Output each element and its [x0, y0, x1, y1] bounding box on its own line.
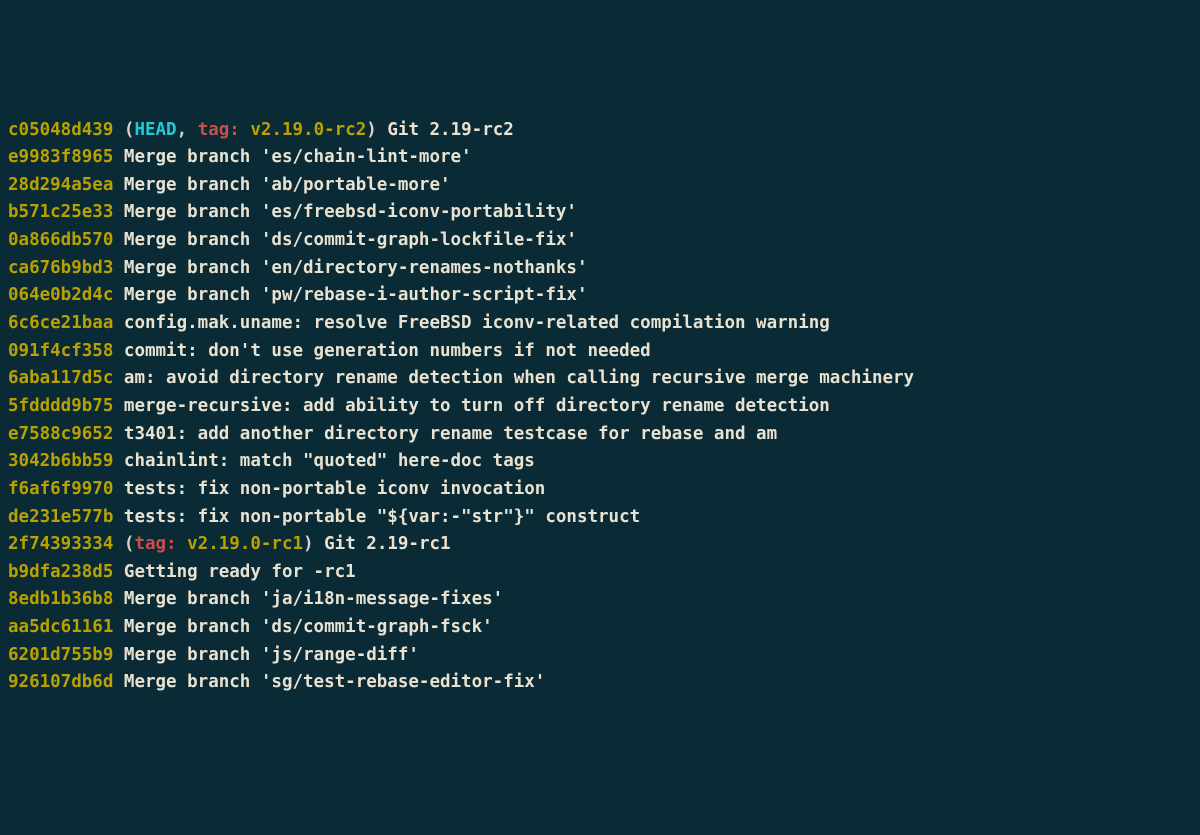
commit-message: Getting ready for -rc1: [124, 562, 356, 582]
commit-hash: 091f4cf358: [8, 341, 113, 361]
commit-message: am: avoid directory rename detection whe…: [124, 368, 914, 388]
commit-message: Merge branch 'ds/commit-graph-lockfile-f…: [124, 230, 577, 250]
commit-message: Merge branch 'ja/i18n-message-fixes': [124, 589, 503, 609]
log-line: c05048d439 (HEAD, tag: v2.19.0-rc2) Git …: [8, 117, 1192, 145]
commit-message: Merge branch 'ds/commit-graph-fsck': [124, 617, 493, 637]
commit-message: Merge branch 'es/chain-lint-more': [124, 147, 472, 167]
log-line: 3042b6bb59 chainlint: match "quoted" her…: [8, 448, 1192, 476]
commit-hash: 064e0b2d4c: [8, 285, 113, 305]
log-line: f6af6f9970 tests: fix non-portable iconv…: [8, 476, 1192, 504]
commit-message: Merge branch 'ab/portable-more': [124, 175, 451, 195]
log-line: 926107db6d Merge branch 'sg/test-rebase-…: [8, 669, 1192, 697]
git-log-output: c05048d439 (HEAD, tag: v2.19.0-rc2) Git …: [8, 117, 1192, 697]
log-line: 6c6ce21baa config.mak.uname: resolve Fre…: [8, 310, 1192, 338]
ref-tag-label: tag:: [134, 534, 187, 554]
log-line: 5fdddd9b75 merge-recursive: add ability …: [8, 393, 1192, 421]
commit-hash: ca676b9bd3: [8, 258, 113, 278]
commit-message: Git 2.19-rc2: [387, 120, 513, 140]
log-line: ca676b9bd3 Merge branch 'en/directory-re…: [8, 255, 1192, 283]
commit-message: commit: don't use generation numbers if …: [124, 341, 651, 361]
commit-hash: 926107db6d: [8, 672, 113, 692]
commit-hash: 6aba117d5c: [8, 368, 113, 388]
ref-separator: ,: [177, 120, 198, 140]
commit-message: Merge branch 'sg/test-rebase-editor-fix': [124, 672, 545, 692]
log-line: 064e0b2d4c Merge branch 'pw/rebase-i-aut…: [8, 282, 1192, 310]
log-line: 8edb1b36b8 Merge branch 'ja/i18n-message…: [8, 586, 1192, 614]
commit-message: tests: fix non-portable "${var:-"str"}" …: [124, 507, 640, 527]
commit-hash: de231e577b: [8, 507, 113, 527]
commit-hash: 5fdddd9b75: [8, 396, 113, 416]
commit-message: tests: fix non-portable iconv invocation: [124, 479, 545, 499]
commit-hash: e9983f8965: [8, 147, 113, 167]
log-line: e9983f8965 Merge branch 'es/chain-lint-m…: [8, 144, 1192, 172]
refs-open-paren: (: [124, 120, 135, 140]
log-line: b9dfa238d5 Getting ready for -rc1: [8, 559, 1192, 587]
commit-hash: 2f74393334: [8, 534, 113, 554]
commit-hash: 6201d755b9: [8, 645, 113, 665]
log-line: 0a866db570 Merge branch 'ds/commit-graph…: [8, 227, 1192, 255]
commit-message: t3401: add another directory rename test…: [124, 424, 777, 444]
commit-message: Merge branch 'pw/rebase-i-author-script-…: [124, 285, 588, 305]
log-line: de231e577b tests: fix non-portable "${va…: [8, 504, 1192, 532]
commit-message: Merge branch 'en/directory-renames-notha…: [124, 258, 588, 278]
commit-hash: b9dfa238d5: [8, 562, 113, 582]
commit-hash: e7588c9652: [8, 424, 113, 444]
ref-tag-label: tag:: [198, 120, 251, 140]
ref-tag-name: v2.19.0-rc1: [187, 534, 303, 554]
commit-hash: b571c25e33: [8, 202, 113, 222]
commit-hash: 6c6ce21baa: [8, 313, 113, 333]
commit-hash: f6af6f9970: [8, 479, 113, 499]
log-line: b571c25e33 Merge branch 'es/freebsd-icon…: [8, 199, 1192, 227]
log-line: 091f4cf358 commit: don't use generation …: [8, 338, 1192, 366]
refs-close-paren: ): [303, 534, 314, 554]
commit-message: Merge branch 'js/range-diff': [124, 645, 419, 665]
log-line: e7588c9652 t3401: add another directory …: [8, 421, 1192, 449]
ref-head: HEAD: [134, 120, 176, 140]
commit-hash: aa5dc61161: [8, 617, 113, 637]
ref-tag-name: v2.19.0-rc2: [250, 120, 366, 140]
commit-hash: 8edb1b36b8: [8, 589, 113, 609]
commit-message: Git 2.19-rc1: [324, 534, 450, 554]
commit-message: Merge branch 'es/freebsd-iconv-portabili…: [124, 202, 577, 222]
log-line: 6201d755b9 Merge branch 'js/range-diff': [8, 642, 1192, 670]
commit-hash: 28d294a5ea: [8, 175, 113, 195]
commit-message: config.mak.uname: resolve FreeBSD iconv-…: [124, 313, 830, 333]
refs-close-paren: ): [366, 120, 377, 140]
log-line: 6aba117d5c am: avoid directory rename de…: [8, 365, 1192, 393]
commit-message: chainlint: match "quoted" here-doc tags: [124, 451, 535, 471]
refs-open-paren: (: [124, 534, 135, 554]
commit-message: merge-recursive: add ability to turn off…: [124, 396, 830, 416]
commit-hash: 3042b6bb59: [8, 451, 113, 471]
log-line: 2f74393334 (tag: v2.19.0-rc1) Git 2.19-r…: [8, 531, 1192, 559]
log-line: 28d294a5ea Merge branch 'ab/portable-mor…: [8, 172, 1192, 200]
commit-hash: c05048d439: [8, 120, 113, 140]
log-line: aa5dc61161 Merge branch 'ds/commit-graph…: [8, 614, 1192, 642]
commit-hash: 0a866db570: [8, 230, 113, 250]
